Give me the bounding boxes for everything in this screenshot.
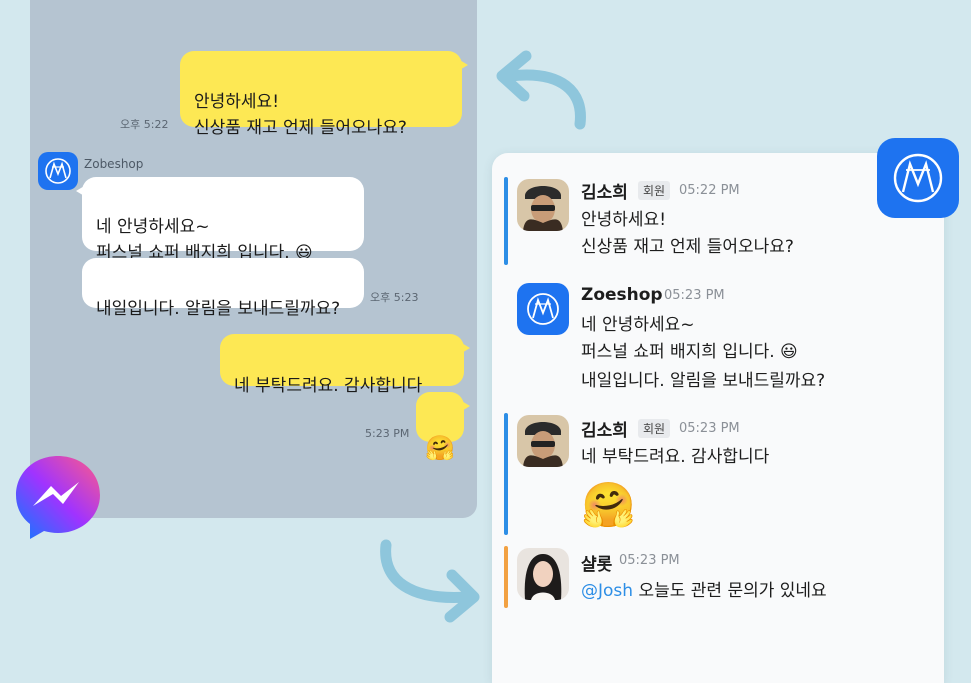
bubble-text: 내일입니다. 알림을 보내드릴까요? bbox=[96, 299, 341, 319]
message-time: 05:22 PM bbox=[679, 183, 740, 198]
hugging-face-emoji: 🤗 bbox=[425, 434, 455, 462]
member-badge: 회원 bbox=[638, 181, 671, 200]
member-badge: 회원 bbox=[638, 419, 671, 438]
message-time: 05:23 PM bbox=[679, 421, 740, 436]
message-text: 네 안녕하세요~ 퍼스널 쇼퍼 배지희 입니다. 😃 bbox=[581, 315, 798, 362]
zoeshop-logo-icon[interactable] bbox=[517, 283, 569, 335]
avatar[interactable] bbox=[517, 548, 569, 600]
message-text: @Josh 오늘도 관련 문의가 있네요 bbox=[581, 578, 827, 605]
avatar[interactable] bbox=[517, 179, 569, 231]
bubble-text: 안녕하세요! 신상품 재고 언제 들어오나요? bbox=[194, 92, 407, 138]
chat-bubble-reply: 내일입니다. 알림을 보내드릴까요? bbox=[82, 258, 364, 319]
chat-bubble-reply: 네 안녕하세요~ 퍼스널 쇼퍼 배지희 입니다. 😃 bbox=[76, 177, 364, 263]
hugging-face-emoji: 🤗 bbox=[581, 480, 636, 531]
chat-bubble-emoji: 🤗 bbox=[416, 392, 470, 462]
chat-bubble-question: 안녕하세요! 신상품 재고 언제 들어오나요? bbox=[180, 51, 468, 138]
zoeshop-logo-icon bbox=[38, 152, 78, 190]
message-timestamp: 오후 5:23 bbox=[370, 291, 419, 304]
message-timestamp: 5:23 PM bbox=[365, 427, 410, 440]
sender-name: Zobeshop bbox=[84, 157, 144, 171]
message-text: 내일입니다. 알림을 보내드릴까요? bbox=[581, 371, 826, 391]
bubble-text: 네 부탁드려요. 감사합니다 bbox=[234, 376, 423, 396]
chat-message: 김소희 회원 05:23 PM 네 부탁드려요. 감사합니다 🤗 bbox=[492, 413, 944, 539]
curved-arrow-right-icon bbox=[380, 539, 480, 623]
accent-bar bbox=[504, 546, 508, 608]
chat-bubble-thanks: 네 부탁드려요. 감사합니다 bbox=[220, 334, 470, 396]
message-text: 네 부탁드려요. 감사합니다 bbox=[581, 447, 770, 467]
message-text-body: 오늘도 관련 문의가 있네요 bbox=[633, 581, 827, 601]
message-timestamp: 오후 5:22 bbox=[120, 118, 169, 131]
zoeshop-logo-icon bbox=[877, 138, 959, 218]
facebook-messenger-icon bbox=[16, 456, 100, 539]
team-chat-panel: 김소희 회원 05:22 PM 안녕하세요! 신상품 재고 언제 들어오나요? … bbox=[492, 153, 944, 683]
bubble-text: 네 안녕하세요~ 퍼스널 쇼퍼 배지희 입니다. 😃 bbox=[96, 217, 313, 263]
accent-bar bbox=[504, 413, 508, 535]
avatar[interactable] bbox=[517, 415, 569, 467]
message-time: 05:23 PM bbox=[664, 288, 725, 303]
chat-message: 샬롯 05:23 PM @Josh 오늘도 관련 문의가 있네요 bbox=[492, 546, 944, 616]
username[interactable]: Zoeshop bbox=[581, 285, 663, 305]
chat-message: Zoeshop 05:23 PM 네 안녕하세요~ 퍼스널 쇼퍼 배지희 입니다… bbox=[492, 281, 944, 401]
message-time: 05:23 PM bbox=[619, 553, 680, 568]
curved-arrow-left-icon bbox=[496, 50, 586, 130]
accent-bar bbox=[504, 177, 508, 265]
username[interactable]: 김소희 bbox=[581, 178, 628, 203]
username[interactable]: 샬롯 bbox=[581, 550, 612, 575]
username[interactable]: 김소희 bbox=[581, 416, 628, 441]
message-text: 안녕하세요! 신상품 재고 언제 들어오나요? bbox=[581, 210, 794, 257]
user-mention[interactable]: @Josh bbox=[581, 581, 633, 601]
